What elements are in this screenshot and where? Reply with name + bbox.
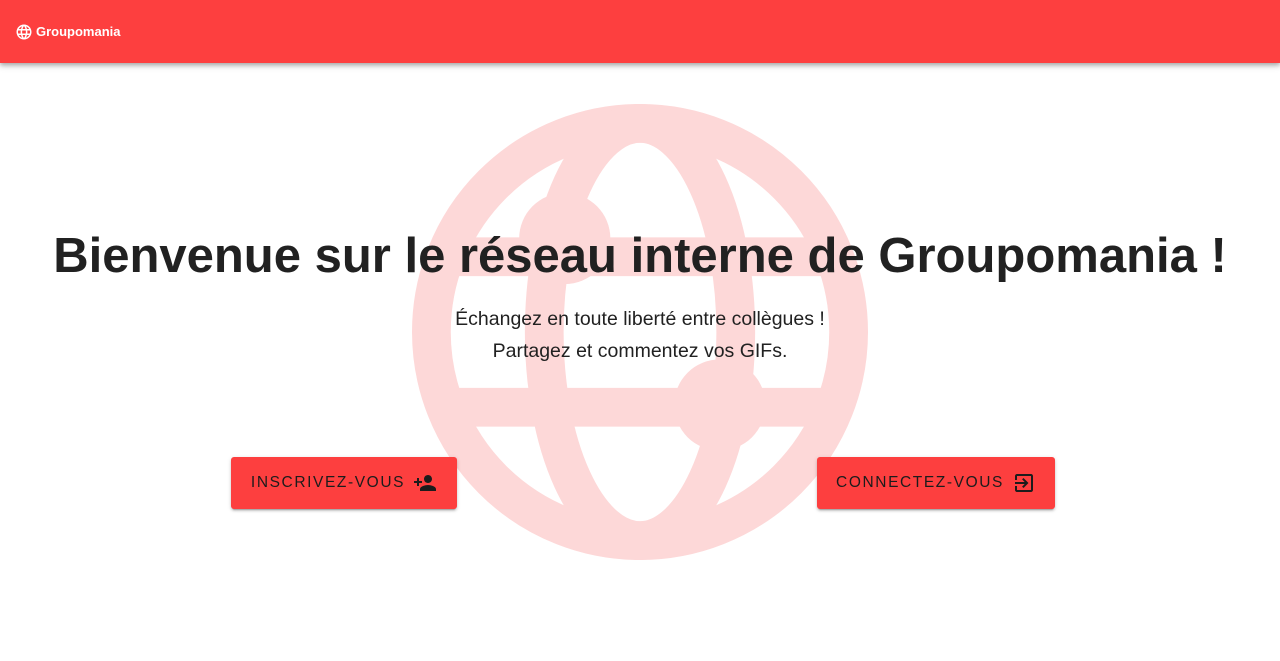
app-bar: Groupomania — [0, 0, 1280, 63]
hero-section: Bienvenue sur le réseau interne de Group… — [0, 63, 1280, 661]
globe-icon — [16, 24, 32, 39]
brand-name: Groupomania — [36, 24, 121, 39]
login-button-label: Connectez-vous — [836, 474, 1004, 491]
login-icon — [1014, 474, 1033, 492]
page-title: Bienvenue sur le réseau interne de Group… — [53, 229, 1227, 283]
subtitle-line-2: Partagez et commentez vos GIFs. — [492, 340, 788, 362]
brand-logo[interactable]: Groupomania — [15, 23, 121, 41]
subtitle-line-1: Échangez en toute liberté entre collègue… — [455, 308, 825, 330]
page-subtitle: Échangez en toute liberté entre collègue… — [0, 303, 1280, 367]
person-add-icon — [414, 475, 437, 491]
login-button[interactable]: Connectez-vous — [817, 457, 1055, 509]
signup-button[interactable]: Inscrivez-vous — [231, 457, 457, 509]
signup-button-label: Inscrivez-vous — [250, 474, 406, 491]
